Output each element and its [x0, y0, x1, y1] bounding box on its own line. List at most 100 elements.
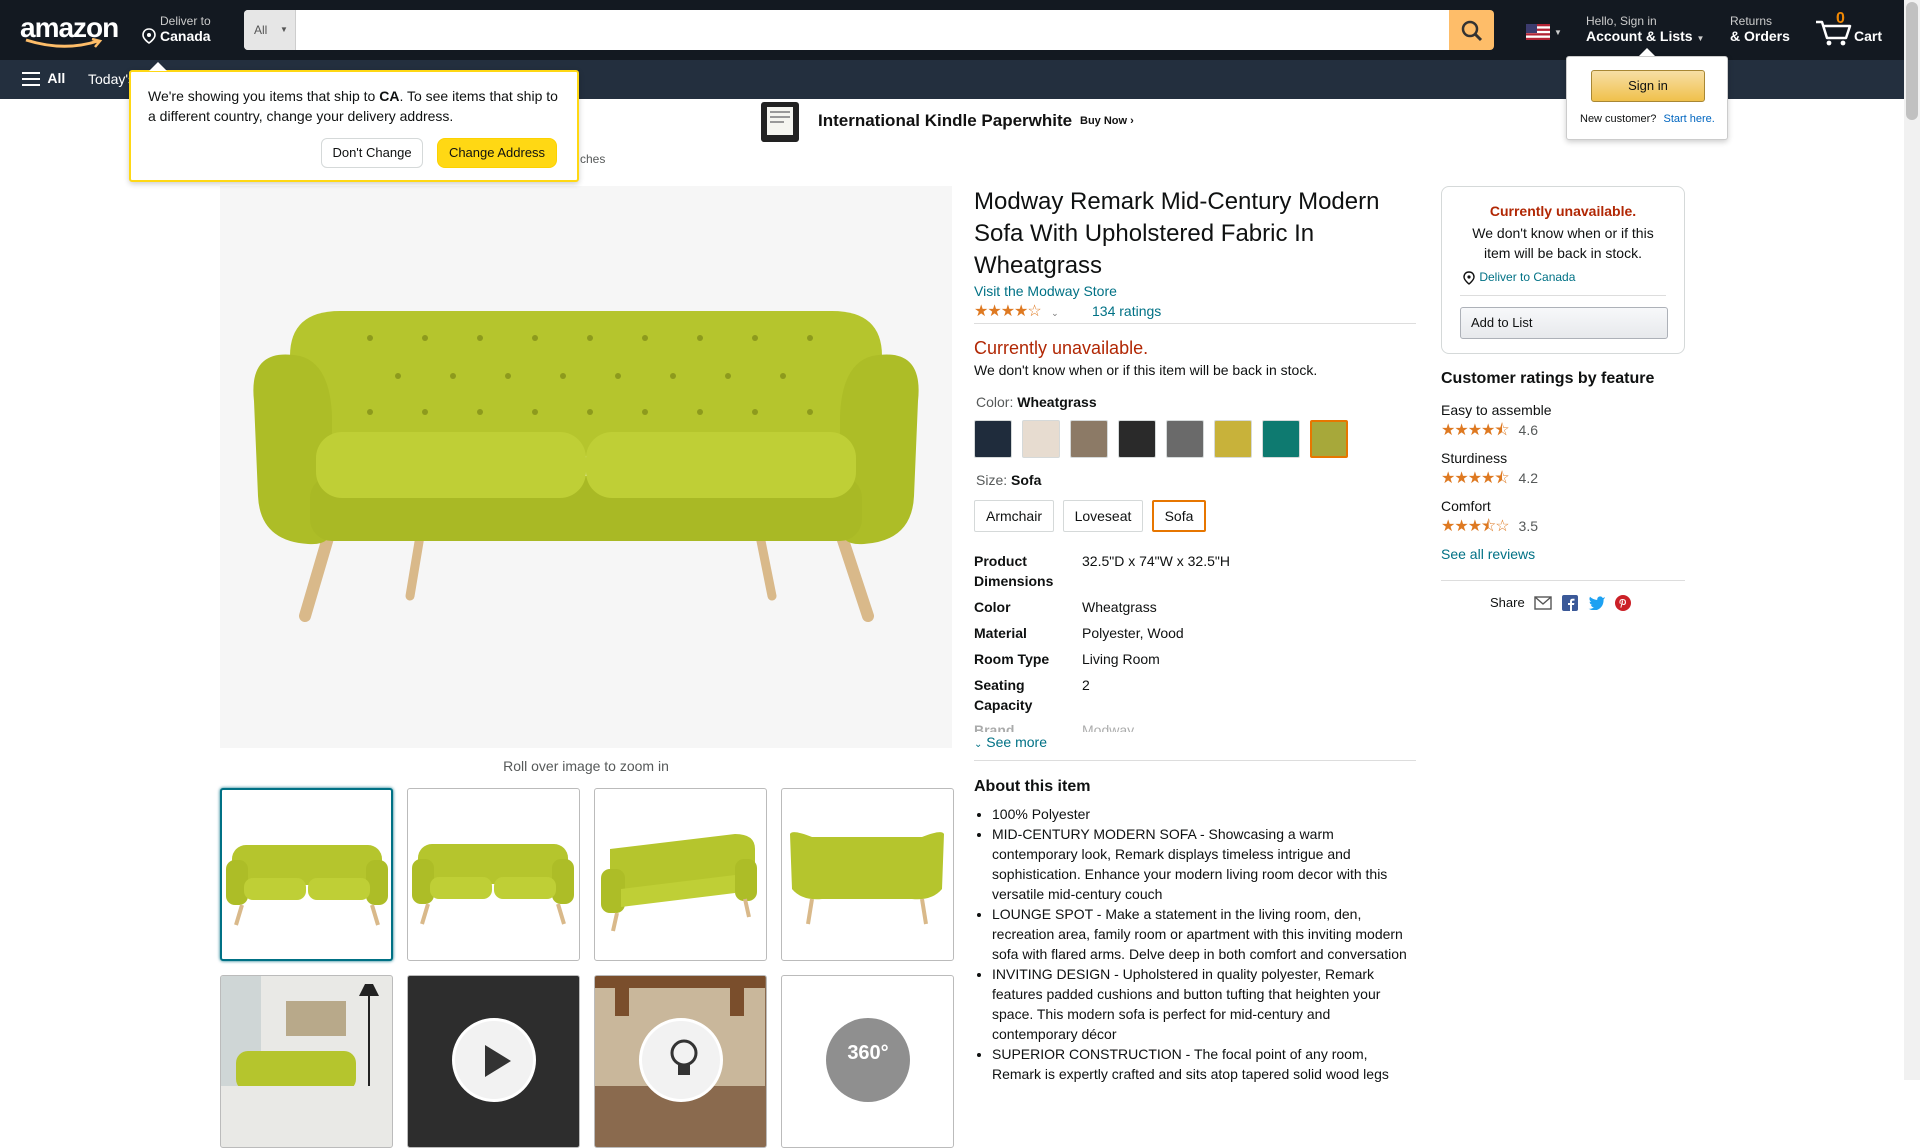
thumbnail-5[interactable] — [220, 975, 393, 1148]
returns-orders[interactable]: Returns & Orders — [1730, 14, 1800, 48]
thumbnail-4[interactable] — [781, 788, 954, 961]
ratings-count-link[interactable]: 134 ratings — [1092, 303, 1161, 319]
star-full-icon: ★ — [1000, 303, 1015, 320]
kindle-banner[interactable]: International Kindle Paperwhite Buy Now … — [760, 101, 1160, 143]
email-icon[interactable] — [1534, 595, 1553, 610]
rating-stars[interactable]: ★★★★☆ ⌄ — [974, 303, 1074, 321]
banner-title: International Kindle Paperwhite — [818, 111, 1073, 130]
star-half-icon: ⯪ — [1481, 518, 1496, 535]
add-to-list-button[interactable]: Add to List — [1460, 307, 1668, 339]
size-option-sofa[interactable]: Sofa — [1152, 500, 1206, 532]
deliver-link[interactable]: Deliver to Canada — [1479, 270, 1575, 284]
thumbnail-2[interactable] — [407, 788, 580, 961]
add-to-list-label: Add to List — [1471, 315, 1533, 330]
sofa-thumbnail-image — [226, 845, 388, 926]
new-customer-row: New customer? Start here. — [1580, 113, 1715, 125]
twitter-icon[interactable] — [1588, 595, 1606, 611]
location-pin-icon — [142, 28, 156, 44]
buybox-deliver[interactable]: Deliver to Canada — [1462, 270, 1575, 285]
spec-key: Product Dimensions — [974, 553, 1054, 589]
star-full-icon: ★ — [1014, 303, 1028, 320]
list-item: MID-CENTURY MODERN SOFA - Showcasing a w… — [992, 824, 1410, 904]
list-item: INVITING DESIGN - Upholstered in quality… — [992, 964, 1410, 1044]
all-menu-button[interactable]: All — [22, 70, 65, 90]
video-thumbnail-2[interactable] — [594, 975, 767, 1148]
view-360-label: 360° — [847, 1042, 889, 1064]
feature-score: 3.5 — [1518, 518, 1538, 534]
rotate-360-icon: 360° — [826, 1018, 910, 1102]
account-lists[interactable]: Hello, Sign in Account & Lists ▼ — [1586, 14, 1710, 48]
color-swatch[interactable] — [1070, 420, 1108, 458]
greeting-text: Hello, Sign in — [1586, 14, 1657, 28]
signin-button[interactable]: Sign in — [1591, 70, 1705, 102]
popover-arrow — [149, 62, 167, 71]
color-swatch[interactable] — [1262, 420, 1300, 458]
buy-box: Currently unavailable. We don't know whe… — [1441, 186, 1685, 354]
zoom-hint: Roll over image to zoom in — [503, 758, 669, 774]
cart-button[interactable]: 0 Cart — [1814, 10, 1890, 50]
play-icon — [452, 1018, 536, 1102]
color-swatch[interactable] — [1310, 420, 1348, 458]
flyout-arrow — [1639, 48, 1655, 56]
share-row: Share — [1490, 594, 1632, 611]
color-swatch[interactable] — [974, 420, 1012, 458]
page-scrollbar[interactable] — [1904, 0, 1920, 1080]
change-address-button[interactable]: Change Address — [437, 138, 557, 168]
thumbnail-1[interactable] — [220, 788, 393, 961]
features-title: Customer ratings by feature — [1441, 370, 1655, 387]
star-empty-icon: ☆ — [1495, 518, 1509, 535]
returns-label: Returns — [1730, 14, 1773, 28]
see-more-label: See more — [986, 734, 1047, 750]
all-menu-label: All — [47, 70, 66, 86]
account-lists-label: Account & Lists ▼ — [1586, 28, 1710, 47]
scrollbar-thumb[interactable] — [1906, 2, 1918, 120]
thumbnail-3[interactable] — [594, 788, 767, 961]
store-link[interactable]: Visit the Modway Store — [974, 283, 1117, 299]
color-value: Wheatgrass — [1017, 394, 1097, 410]
orders-label: & Orders — [1730, 28, 1790, 44]
color-swatch[interactable] — [1022, 420, 1060, 458]
spec-key: Brand — [974, 722, 1015, 732]
pinterest-icon[interactable] — [1615, 594, 1632, 611]
dont-change-button[interactable]: Don't Change — [321, 138, 423, 168]
amazon-logo[interactable]: amazon — [20, 12, 120, 48]
top-nav-bar: amazon Deliver to Canada All ▼ ▼ Hello, … — [0, 0, 1904, 60]
size-option-loveseat[interactable]: Loveseat — [1063, 500, 1143, 532]
divider — [1460, 295, 1666, 296]
location-pin-icon — [1463, 271, 1475, 285]
color-swatch[interactable] — [1214, 420, 1252, 458]
sofa-thumbnail-image — [790, 832, 944, 925]
facebook-icon[interactable] — [1561, 594, 1578, 611]
popover-country: CA — [379, 88, 400, 104]
popover-text-part: We're showing you items that ship to — [148, 88, 380, 104]
hamburger-icon — [22, 72, 40, 87]
color-swatch[interactable] — [1118, 420, 1156, 458]
search-submit-button[interactable] — [1449, 10, 1494, 50]
sofa-image — [253, 311, 919, 622]
spec-value: Living Room — [1082, 651, 1160, 667]
search-input[interactable] — [296, 10, 1424, 50]
video-thumbnail-1[interactable] — [407, 975, 580, 1148]
availability-status: Currently unavailable. — [974, 338, 1149, 358]
chevron-down-icon: ⌄ — [974, 739, 983, 750]
star-half-icon: ⯪ — [1494, 422, 1509, 439]
feature-name: Comfort — [1441, 498, 1491, 514]
address-popover: We're showing you items that ship to CA.… — [129, 62, 579, 182]
breadcrumb-fragment[interactable]: ches — [580, 152, 605, 166]
buybox-note: We don't know when or if this item will … — [1472, 225, 1654, 261]
see-more-link[interactable]: ⌄ See more — [974, 734, 1047, 750]
search-category-select[interactable]: All ▼ — [244, 10, 296, 50]
color-swatch[interactable] — [1166, 420, 1204, 458]
subnav-item-todays[interactable]: Today's — [88, 71, 135, 87]
buybox-unavailable: Currently unavailable. — [1489, 203, 1637, 219]
spec-value: Wheatgrass — [1082, 599, 1157, 615]
start-here-link[interactable]: Start here. — [1663, 113, 1714, 125]
list-item: SUPERIOR CONSTRUCTION - The focal point … — [992, 1044, 1410, 1084]
deliver-to[interactable]: Deliver to Canada — [142, 14, 222, 48]
main-product-image[interactable] — [220, 186, 952, 748]
spec-key: Material — [974, 625, 1027, 641]
see-all-reviews-link[interactable]: See all reviews — [1441, 546, 1535, 562]
view-360-thumbnail[interactable]: 360° — [781, 975, 954, 1148]
size-option-armchair[interactable]: Armchair — [974, 500, 1054, 532]
language-flag-selector[interactable]: ▼ — [1526, 24, 1566, 40]
